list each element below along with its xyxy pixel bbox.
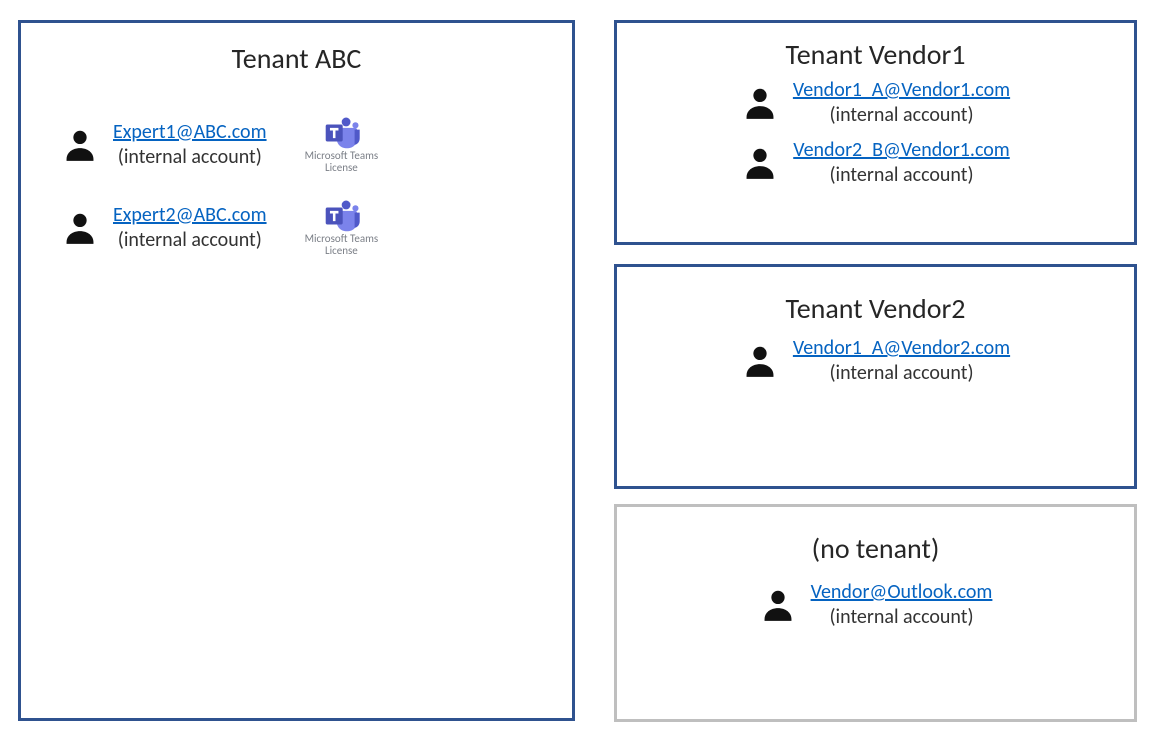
- teams-license-badge: Microsoft Teams License: [305, 199, 379, 256]
- person-icon: [741, 342, 779, 380]
- person-icon: [741, 144, 779, 182]
- tenant-vendor1-user-row: Vendor2_B@Vendor1.com (internal account): [617, 138, 1134, 188]
- user-text-block: Expert1@ABC.com (internal account): [113, 120, 267, 170]
- diagram-canvas: Tenant ABC Expert1@ABC.com (internal acc…: [0, 0, 1153, 741]
- user-email-link[interactable]: Vendor2_B@Vendor1.com: [793, 138, 1010, 162]
- user-email-link[interactable]: Vendor@Outlook.com: [811, 580, 993, 604]
- user-note: (internal account): [793, 163, 1010, 188]
- user-text-block: Vendor1_A@Vendor1.com (internal account): [793, 78, 1010, 128]
- teams-license-badge: Microsoft Teams License: [305, 116, 379, 173]
- teams-icon: [320, 199, 362, 233]
- tenant-vendor2-title: Tenant Vendor2: [617, 291, 1134, 326]
- user-text-block: Expert2@ABC.com (internal account): [113, 203, 267, 253]
- user-text-block: Vendor@Outlook.com (internal account): [811, 580, 993, 630]
- tenant-vendor1-title: Tenant Vendor1: [617, 37, 1134, 72]
- tenant-abc-user-row: Expert2@ABC.com (internal account) Micro…: [61, 199, 572, 256]
- no-tenant-title: (no tenant): [617, 531, 1134, 566]
- user-note: (internal account): [811, 605, 993, 630]
- teams-label-line2: License: [325, 245, 358, 257]
- no-tenant-box: (no tenant) Vendor@Outlook.com (internal…: [614, 504, 1137, 722]
- user-email-link[interactable]: Expert1@ABC.com: [113, 120, 267, 144]
- tenant-abc-title: Tenant ABC: [21, 41, 572, 76]
- user-note: (internal account): [113, 145, 267, 170]
- no-tenant-user-row: Vendor@Outlook.com (internal account): [617, 580, 1134, 630]
- teams-label-line2: License: [325, 162, 358, 174]
- teams-label-line1: Microsoft Teams: [305, 150, 379, 162]
- tenant-vendor2-user-row: Vendor1_A@Vendor2.com (internal account): [617, 336, 1134, 386]
- user-note: (internal account): [113, 228, 267, 253]
- user-note: (internal account): [793, 103, 1010, 128]
- tenant-abc-user-row: Expert1@ABC.com (internal account) Micro…: [61, 116, 572, 173]
- user-email-link[interactable]: Vendor1_A@Vendor1.com: [793, 78, 1010, 102]
- teams-label-line1: Microsoft Teams: [305, 233, 379, 245]
- person-icon: [61, 209, 99, 247]
- user-text-block: Vendor2_B@Vendor1.com (internal account): [793, 138, 1010, 188]
- person-icon: [759, 586, 797, 624]
- tenant-vendor1-user-row: Vendor1_A@Vendor1.com (internal account): [617, 78, 1134, 128]
- tenant-abc-box: Tenant ABC Expert1@ABC.com (internal acc…: [18, 20, 575, 721]
- user-email-link[interactable]: Vendor1_A@Vendor2.com: [793, 336, 1010, 360]
- user-email-link[interactable]: Expert2@ABC.com: [113, 203, 267, 227]
- person-icon: [61, 126, 99, 164]
- person-icon: [741, 84, 779, 122]
- tenant-vendor2-box: Tenant Vendor2 Vendor1_A@Vendor2.com (in…: [614, 264, 1137, 489]
- tenant-vendor1-box: Tenant Vendor1 Vendor1_A@Vendor1.com (in…: [614, 20, 1137, 245]
- teams-icon: [320, 116, 362, 150]
- user-text-block: Vendor1_A@Vendor2.com (internal account): [793, 336, 1010, 386]
- user-note: (internal account): [793, 361, 1010, 386]
